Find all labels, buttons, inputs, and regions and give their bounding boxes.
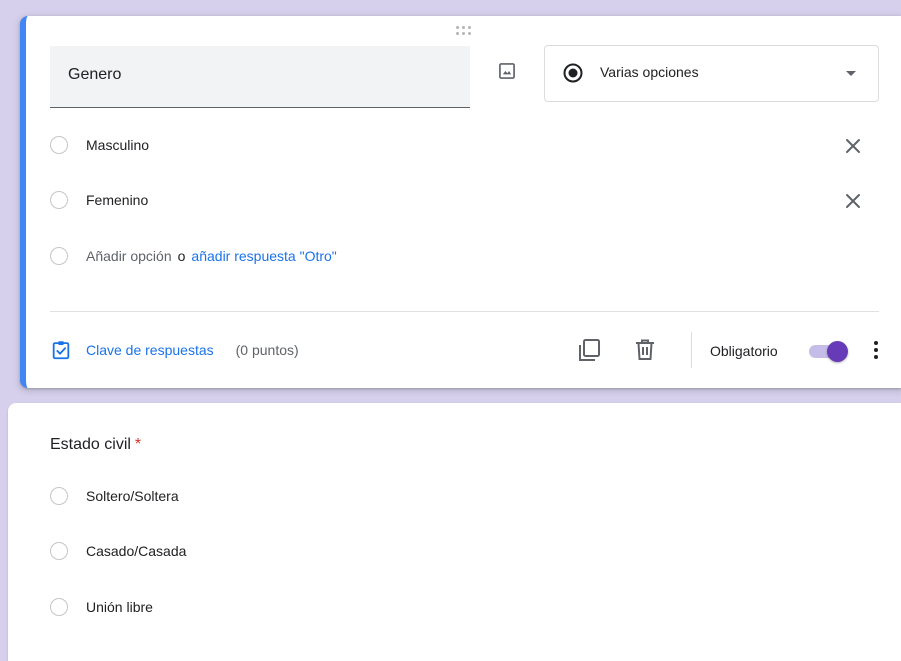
question-title: Estado civil * (50, 436, 141, 454)
points-label: (0 puntos) (235, 342, 299, 358)
add-other-link[interactable]: añadir respuesta "Otro" (191, 248, 336, 264)
option-label-input[interactable]: Femenino (86, 192, 148, 208)
option-row[interactable]: Unión libre (50, 596, 450, 620)
close-icon[interactable] (841, 134, 865, 158)
image-icon (499, 63, 515, 79)
radio-button-icon[interactable] (50, 598, 68, 616)
footer-vertical-divider (691, 332, 692, 368)
add-option-row: Añadir opción o añadir respuesta "Otro" (50, 245, 870, 269)
question-card-editing[interactable]: Genero Varias opciones Masculino Femenin… (20, 16, 901, 388)
radio-button-checked-icon (563, 63, 583, 83)
question-title-text: Estado civil (50, 436, 131, 453)
more-vert-icon[interactable] (866, 338, 886, 362)
answer-key-label: Clave de respuestas (86, 342, 214, 358)
dropdown-arrow-icon (846, 71, 856, 76)
option-row: Masculino (50, 134, 870, 158)
question-type-select[interactable]: Varias opciones (544, 45, 879, 102)
question-card[interactable]: Estado civil * Soltero/Soltera Casado/Cas… (8, 403, 901, 661)
toggle-thumb (827, 341, 848, 362)
question-title-text: Genero (68, 66, 122, 83)
radio-button-icon[interactable] (50, 487, 68, 505)
drag-handle-icon[interactable] (456, 26, 474, 36)
copy-icon[interactable] (576, 337, 602, 363)
required-label: Obligatorio (710, 343, 778, 359)
required-asterisk: * (134, 436, 142, 453)
option-row[interactable]: Soltero/Soltera (50, 485, 450, 509)
radio-button-icon (50, 191, 68, 209)
question-footer: Clave de respuestas (0 puntos) Obligator… (50, 332, 880, 368)
answer-key-button[interactable]: Clave de respuestas (0 puntos) (50, 338, 299, 362)
option-label-input[interactable]: Masculino (86, 137, 149, 153)
trash-icon[interactable] (633, 337, 657, 363)
radio-button-icon (50, 247, 68, 265)
radio-button-icon[interactable] (50, 542, 68, 560)
add-option-group: Añadir opción o añadir respuesta "Otro" (86, 248, 337, 264)
option-label: Casado/Casada (86, 543, 187, 559)
close-icon[interactable] (841, 189, 865, 213)
option-row[interactable]: Casado/Casada (50, 540, 450, 564)
question-type-label: Varias opciones (600, 64, 699, 80)
footer-divider (50, 311, 879, 312)
option-label: Soltero/Soltera (86, 488, 179, 504)
option-row: Femenino (50, 189, 870, 213)
required-toggle[interactable] (807, 341, 851, 362)
add-image-button[interactable] (494, 58, 520, 84)
add-option-input[interactable]: Añadir opción (86, 248, 172, 264)
add-option-conjunction: o (177, 248, 186, 264)
radio-button-icon (50, 136, 68, 154)
question-title-input[interactable]: Genero (50, 46, 470, 108)
option-label: Unión libre (86, 599, 153, 615)
assignment-check-icon (52, 341, 70, 360)
